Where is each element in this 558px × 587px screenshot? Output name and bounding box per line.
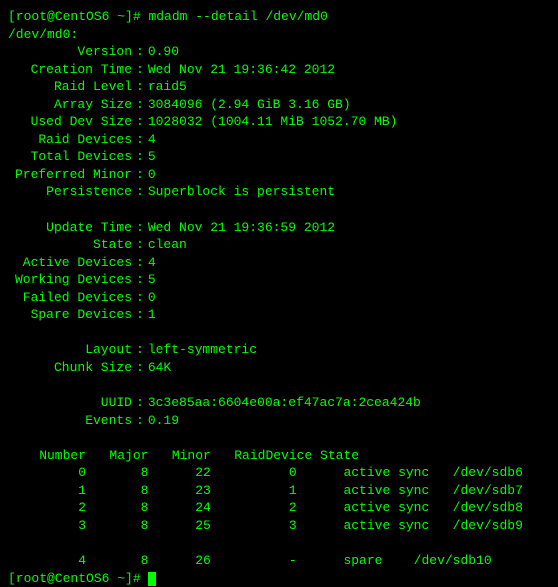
value: 5 (148, 272, 156, 287)
label: Events (8, 412, 132, 430)
value: 4 (148, 255, 156, 270)
value: raid5 (148, 79, 187, 94)
prompt-user-host: [root@CentOS6 ~]# (8, 9, 141, 24)
label: Creation Time (8, 61, 132, 79)
value: 5 (148, 149, 156, 164)
field-raid-level: Raid Level:raid5 (8, 78, 550, 96)
value: clean (148, 237, 187, 252)
label: Persistence (8, 183, 132, 201)
field-failed-devices: Failed Devices:0 (8, 289, 550, 307)
label: Array Size (8, 96, 132, 114)
label: UUID (8, 394, 132, 412)
field-used-dev-size: Used Dev Size:1028032 (1004.11 MiB 1052.… (8, 113, 550, 131)
label: Preferred Minor (8, 166, 132, 184)
value: 4 (148, 132, 156, 147)
prompt-line-2[interactable]: [root@CentOS6 ~]# (8, 570, 550, 587)
field-creation-time: Creation Time:Wed Nov 21 19:36:42 2012 (8, 61, 550, 79)
field-update-time: Update Time:Wed Nov 21 19:36:59 2012 (8, 219, 550, 237)
field-events: Events:0.19 (8, 412, 550, 430)
blank (8, 201, 550, 219)
label: Raid Level (8, 78, 132, 96)
field-persistence: Persistence:Superblock is persistent (8, 183, 550, 201)
blank (8, 429, 550, 447)
label: Chunk Size (8, 359, 132, 377)
field-array-size: Array Size:3084096 (2.94 GiB 3.16 GB) (8, 96, 550, 114)
value: 0 (148, 167, 156, 182)
blank (8, 324, 550, 342)
value: 0.90 (148, 44, 179, 59)
value: 1 (148, 307, 156, 322)
field-version: Version:0.90 (8, 43, 550, 61)
field-active-devices: Active Devices:4 (8, 254, 550, 272)
value: 0 (148, 290, 156, 305)
field-preferred-minor: Preferred Minor:0 (8, 166, 550, 184)
label: Raid Devices (8, 131, 132, 149)
label: Failed Devices (8, 289, 132, 307)
prompt-user-host: [root@CentOS6 ~]# (8, 571, 141, 586)
field-raid-devices: Raid Devices:4 (8, 131, 550, 149)
label: Layout (8, 341, 132, 359)
field-working-devices: Working Devices:5 (8, 271, 550, 289)
table-row: 0 8 22 0 active sync /dev/sdb6 (8, 464, 550, 482)
label: Version (8, 43, 132, 61)
value: 0.19 (148, 413, 179, 428)
field-state: State:clean (8, 236, 550, 254)
command-text: mdadm --detail /dev/md0 (148, 9, 327, 24)
value: Wed Nov 21 19:36:59 2012 (148, 220, 335, 235)
blank (8, 534, 550, 552)
blank (8, 376, 550, 394)
value: 3084096 (2.94 GiB 3.16 GB) (148, 97, 351, 112)
field-uuid: UUID:3c3e85aa:6604e00a:ef47ac7a:2cea424b (8, 394, 550, 412)
label: Active Devices (8, 254, 132, 272)
value: Superblock is persistent (148, 184, 335, 199)
label: State (8, 236, 132, 254)
value: 3c3e85aa:6604e00a:ef47ac7a:2cea424b (148, 395, 421, 410)
table-header: Number Major Minor RaidDevice State (8, 447, 550, 465)
label: Total Devices (8, 148, 132, 166)
field-total-devices: Total Devices:5 (8, 148, 550, 166)
prompt-line-1: [root@CentOS6 ~]# mdadm --detail /dev/md… (8, 8, 550, 26)
table-row-spare: 4 8 26 - spare /dev/sdb10 (8, 552, 550, 570)
label: Working Devices (8, 271, 132, 289)
field-chunk-size: Chunk Size:64K (8, 359, 550, 377)
device-header: /dev/md0: (8, 26, 550, 44)
table-row: 2 8 24 2 active sync /dev/sdb8 (8, 499, 550, 517)
value: Wed Nov 21 19:36:42 2012 (148, 62, 335, 77)
label: Update Time (8, 219, 132, 237)
field-layout: Layout:left-symmetric (8, 341, 550, 359)
label: Spare Devices (8, 306, 132, 324)
value: 1028032 (1004.11 MiB 1052.70 MB) (148, 114, 398, 129)
value: 64K (148, 360, 171, 375)
label: Used Dev Size (8, 113, 132, 131)
value: left-symmetric (148, 342, 257, 357)
table-row: 1 8 23 1 active sync /dev/sdb7 (8, 482, 550, 500)
field-spare-devices: Spare Devices:1 (8, 306, 550, 324)
cursor-icon (148, 572, 156, 586)
